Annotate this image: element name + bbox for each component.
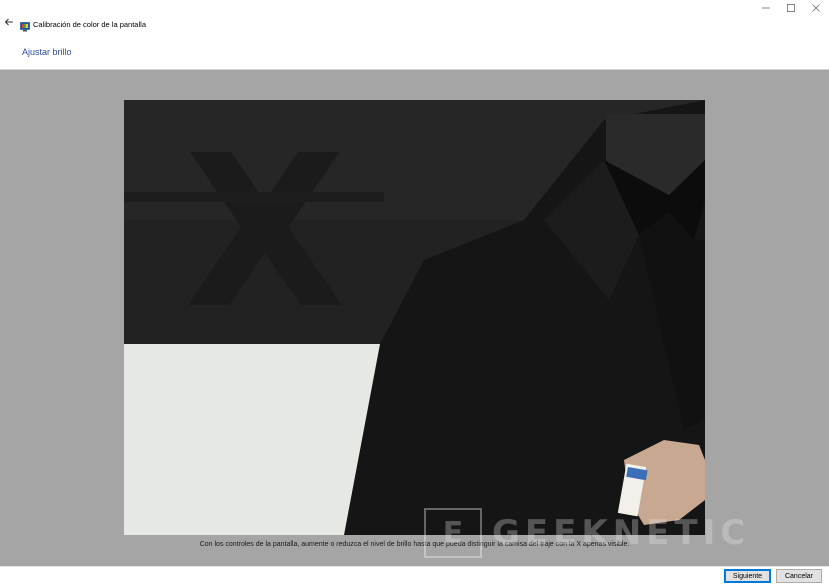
- close-icon: [811, 4, 820, 12]
- next-button[interactable]: Siguiente: [724, 569, 771, 583]
- calibration-x-mark: X: [184, 110, 346, 355]
- color-calibration-icon: [20, 19, 30, 32]
- footer-bar: Siguiente Cancelar: [0, 566, 829, 588]
- minimize-button[interactable]: [753, 0, 778, 16]
- maximize-icon: [786, 4, 795, 12]
- close-button[interactable]: [803, 0, 828, 16]
- brightness-calibration-image: X: [124, 100, 705, 535]
- instruction-text: Con los controles de la pantalla, aument…: [199, 541, 630, 548]
- page-header: Ajustar brillo: [0, 34, 829, 70]
- minimize-icon: [761, 7, 770, 9]
- page-title: Ajustar brillo: [22, 47, 72, 57]
- title-bar: Calibración de color de la pantalla: [0, 0, 829, 34]
- back-arrow-icon[interactable]: [2, 15, 16, 29]
- maximize-button[interactable]: [778, 0, 803, 16]
- cancel-button[interactable]: Cancelar: [776, 569, 822, 583]
- window-title: Calibración de color de la pantalla: [33, 20, 146, 29]
